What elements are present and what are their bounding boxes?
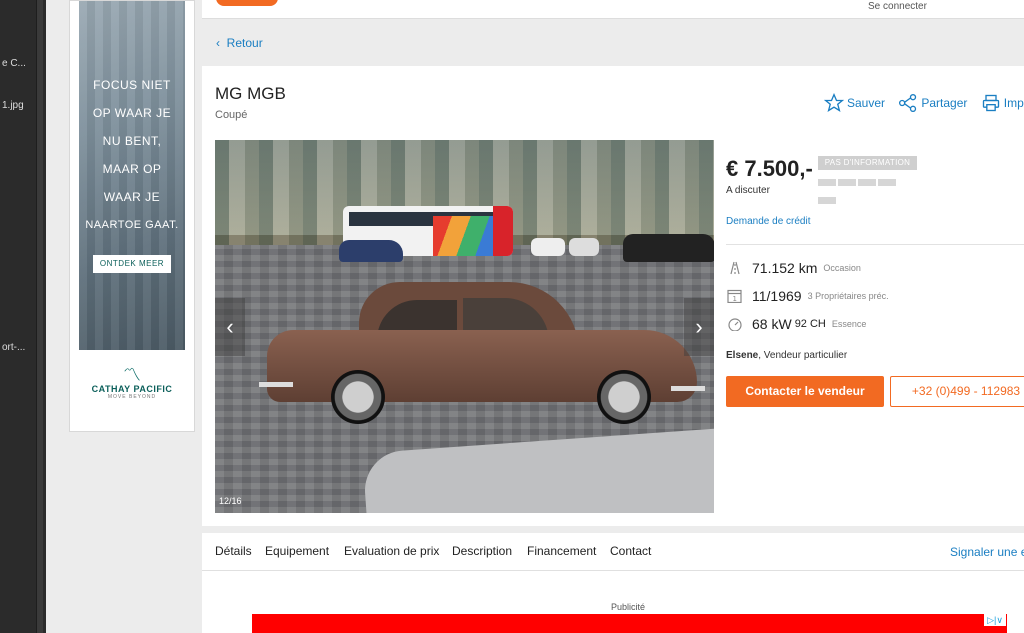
ad-line: OP WAAR JE (92, 106, 172, 120)
mileage-value: 71.152 km (752, 260, 818, 276)
scale-segment (878, 179, 896, 186)
scale-segment (858, 179, 876, 186)
print-label: Imprimer (1003, 96, 1024, 110)
photo-car-blue (339, 240, 403, 262)
brushwing-icon: 〽 (123, 365, 141, 385)
ad-line: MAAR OP (102, 162, 162, 176)
cathay-logo[interactable]: 〽 CATHAY PACIFIC MOVE BEYOND (79, 366, 185, 400)
calendar-icon: 1 (727, 289, 742, 303)
seller-type: , Vendeur particulier (758, 350, 848, 361)
side-advertisement[interactable]: FOCUS NIET OP WAAR JE NU BENT, MAAR OP W… (69, 0, 195, 432)
listing-actions: Sauver Partager Imprimer (824, 93, 1024, 116)
phone-button[interactable]: +32 (0)499 - 112983 (890, 376, 1024, 407)
spec-mileage: 71.152 km Occasion (726, 260, 861, 276)
tab-financing[interactable]: Financement (527, 544, 596, 558)
tab-details[interactable]: Détails (215, 544, 252, 558)
spec-registration: 1 11/1969 3 Propriétaires préc. (726, 288, 889, 304)
back-link[interactable]: ‹ Retour (216, 36, 263, 50)
scale-segment (818, 197, 836, 204)
ad-line: FOCUS NIET (93, 78, 171, 92)
scale-segment (818, 179, 836, 186)
tab-price-evaluation[interactable]: Evaluation de prix (344, 544, 439, 558)
fuel-value: Essence (831, 319, 867, 329)
contact-seller-button[interactable]: Contacter le vendeur (726, 376, 884, 407)
back-label: Retour (226, 36, 263, 50)
adchoices-icon[interactable]: ▷|∨ (984, 614, 1006, 626)
owners-value: 3 Propriétaires préc. (807, 291, 889, 301)
site-header: Se connecter (202, 0, 1024, 19)
svg-text:1: 1 (733, 295, 737, 303)
save-button[interactable]: Sauver (824, 93, 885, 113)
road-icon (730, 261, 740, 275)
header-badge[interactable] (216, 0, 278, 6)
condition-value: Occasion (823, 263, 861, 273)
report-error-link[interactable]: Signaler une erreur (950, 545, 1024, 559)
listing-title: MG MGB (215, 84, 286, 103)
ad-image[interactable]: FOCUS NIET OP WAAR JE NU BENT, MAAR OP W… (79, 1, 185, 350)
photo-mgb-car (259, 282, 705, 432)
ad-line: NAARTOE GAAT. (85, 219, 179, 231)
power-kw-value: 68 kW (752, 316, 792, 332)
listing-subtitle: Coupé (215, 109, 248, 121)
seller-city: Elsene (726, 350, 759, 361)
ad-line: NU BENT, (102, 134, 162, 148)
share-icon (899, 94, 917, 112)
tab-contact[interactable]: Contact (610, 544, 651, 558)
share-button[interactable]: Partager (898, 93, 967, 113)
price-evaluation-badge: PAS D'INFORMATION (818, 156, 917, 170)
gallery-prev-button[interactable]: ‹ (215, 298, 245, 356)
price-evaluation-scale (818, 173, 917, 204)
car-front-bumper (671, 386, 705, 391)
gallery-next-button[interactable]: › (684, 298, 714, 356)
photo-gallery[interactable]: ‹ › 12/16 (215, 140, 714, 513)
chevron-left-icon: ‹ (216, 36, 220, 50)
ad-line: WAAR JE (103, 190, 161, 204)
ad-headline: FOCUS NIET OP WAAR JE NU BENT, MAAR OP W… (79, 71, 185, 239)
ad-tagline: MOVE BEYOND (107, 394, 157, 400)
car-rear-wheel (331, 370, 385, 424)
bottom-banner-ad[interactable] (252, 614, 1007, 633)
tab-description[interactable]: Description (452, 544, 512, 558)
credit-request-link[interactable]: Demande de crédit (726, 216, 811, 227)
registration-value: 11/1969 (752, 288, 802, 304)
desktop-strip: e C... 1.jpg ort-... (0, 0, 46, 633)
car-front-wheel (597, 370, 651, 424)
power-hp-value: 92 CH (794, 318, 826, 330)
scrollbar[interactable] (36, 0, 43, 633)
speedometer-icon (728, 318, 742, 331)
ad-brand: CATHAY PACIFIC (91, 384, 173, 394)
bottom-ad-area: Publicité ▷|∨ (202, 571, 1024, 633)
save-label: Sauver (847, 96, 886, 110)
photo-car-white (569, 238, 599, 256)
photo-car-silver (531, 238, 565, 256)
print-button[interactable]: Imprimer (981, 93, 1024, 113)
star-icon (824, 93, 844, 112)
car-rear-bumper (259, 382, 293, 387)
scale-segment (838, 179, 856, 186)
negotiable-label: A discuter (726, 185, 770, 196)
ad-cta-button[interactable]: ONTDEK MEER (93, 255, 171, 273)
photo-car-black (623, 234, 714, 262)
share-label: Partager (921, 96, 968, 110)
advertisement-label: Publicité (611, 602, 646, 612)
seller-info: Elsene, Vendeur particulier (726, 350, 847, 361)
bus-rear (493, 206, 513, 256)
divider (726, 244, 1024, 245)
printer-icon (982, 94, 999, 112)
price: € 7.500,- (726, 156, 813, 181)
login-link[interactable]: Se connecter (868, 1, 927, 12)
details-tabs: Détails Equipement Evaluation de prix De… (202, 533, 1024, 571)
spec-power: 68 kW 92 CH Essence (726, 316, 866, 332)
tab-equipment[interactable]: Equipement (265, 544, 329, 558)
listing-card: MG MGB Coupé Sauver Partager Imprimer (202, 66, 1024, 526)
photo-counter: 12/16 (219, 496, 242, 506)
